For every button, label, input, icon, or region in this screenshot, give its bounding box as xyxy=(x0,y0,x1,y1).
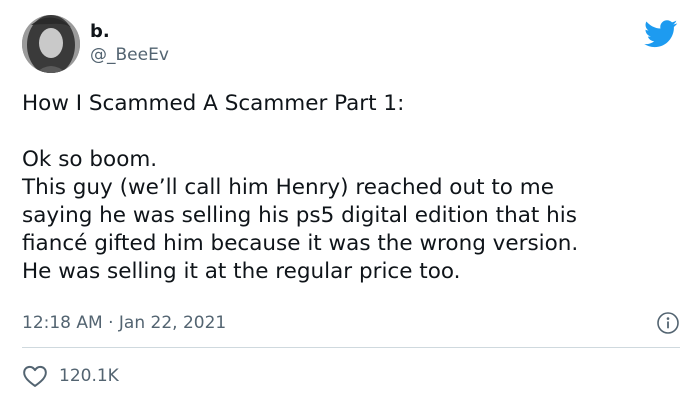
tweet-title-line: How I Scammed A Scammer Part 1: xyxy=(22,91,405,116)
heart-icon[interactable] xyxy=(22,364,48,388)
tweet-text: How I Scammed A Scammer Part 1: Ok so bo… xyxy=(22,90,682,286)
avatar-image xyxy=(22,15,80,73)
tweet-line: saying he was selling his ps5 digital ed… xyxy=(22,203,577,228)
like-count: 120.1K xyxy=(59,366,119,386)
divider xyxy=(22,347,680,348)
avatar[interactable] xyxy=(22,15,80,73)
tweet-timestamp[interactable]: 12:18 AM · Jan 22, 2021 xyxy=(22,313,226,333)
author-handle[interactable]: @_BeeEv xyxy=(90,45,169,65)
twitter-bird-icon[interactable] xyxy=(644,20,678,48)
like-button[interactable]: 120.1K xyxy=(22,363,119,389)
tweet-card: b. @_BeeEv How I Scammed A Scammer Part … xyxy=(0,0,700,402)
tweet-line: fiancé gifted him because it was the wro… xyxy=(22,231,579,256)
author-display-name[interactable]: b. xyxy=(90,22,110,42)
info-icon[interactable] xyxy=(656,311,680,335)
tweet-line: He was selling it at the regular price t… xyxy=(22,259,461,284)
tweet-line: Ok so boom. xyxy=(22,147,158,172)
tweet-meta-row: 12:18 AM · Jan 22, 2021 xyxy=(22,311,682,337)
tweet-line: This guy (we’ll call him Henry) reached … xyxy=(22,175,554,200)
